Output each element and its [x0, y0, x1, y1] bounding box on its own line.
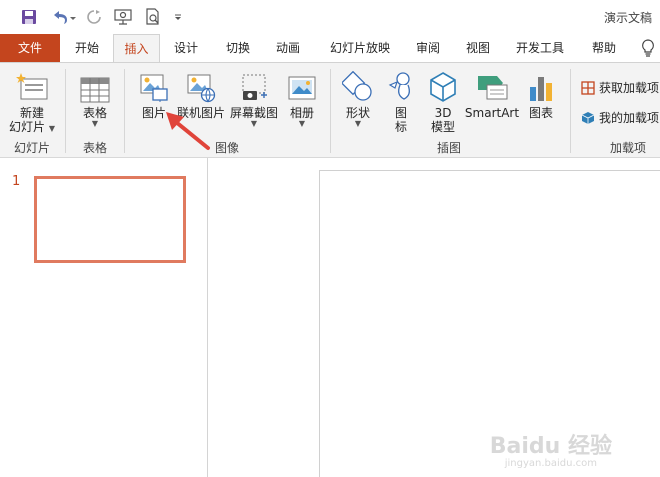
baidu-watermark: Baidu 经验 jingyan.baidu.com [490, 428, 612, 469]
slides-thumbnail-pane: 1 [0, 158, 208, 477]
watermark-line-1: Baidu 经验 [489, 434, 612, 459]
slide-editor-area: Baidu 经验 jingyan.baidu.com [209, 158, 660, 477]
watermark-line-2: jingyan.baidu.com [504, 458, 598, 469]
slide-thumbnail[interactable] [34, 176, 186, 263]
slide-number: 1 [12, 174, 21, 189]
